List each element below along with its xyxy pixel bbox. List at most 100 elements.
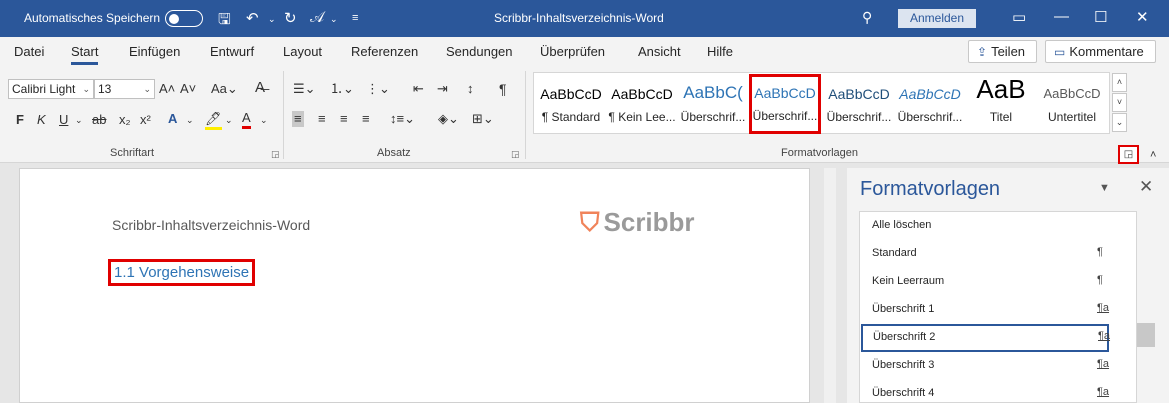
shrink-font-icon[interactable]: A˅ bbox=[180, 81, 196, 97]
share-button[interactable]: ⇪ Teilen bbox=[968, 40, 1037, 63]
undo-icon[interactable]: ↶ bbox=[246, 9, 259, 27]
style-list-item[interactable]: Alle löschen bbox=[860, 212, 1136, 240]
sort-icon[interactable]: ↕ bbox=[467, 81, 474, 97]
increase-indent-icon[interactable]: ⇥ bbox=[437, 81, 448, 97]
highlight-dropdown-icon[interactable]: ⌄ bbox=[225, 112, 233, 128]
strikethrough-icon[interactable]: ab bbox=[92, 112, 106, 128]
style-list-scroll-thumb[interactable] bbox=[1137, 323, 1155, 347]
tab-start[interactable]: Start bbox=[71, 44, 99, 65]
tab-sendungen[interactable]: Sendungen bbox=[446, 44, 513, 59]
decrease-indent-icon[interactable]: ⇤ bbox=[413, 81, 424, 97]
minimize-icon[interactable]: — bbox=[1054, 8, 1069, 25]
gallery-scroll: ˄ ˅ ⌄ bbox=[1112, 73, 1127, 133]
heading-2-text[interactable]: 1.1 Vorgehensweise bbox=[108, 259, 256, 286]
close-icon[interactable]: ✕ bbox=[1139, 177, 1153, 197]
change-case-icon[interactable]: Aa⌄ bbox=[211, 81, 238, 97]
style-standard[interactable]: AaBbCcD ¶ Standard bbox=[536, 76, 606, 132]
text-effects-icon[interactable]: A bbox=[168, 111, 177, 127]
undo-dropdown-icon[interactable]: ⌄ bbox=[268, 14, 276, 25]
gallery-more-icon[interactable]: ⌄ bbox=[1112, 113, 1127, 132]
document-scrollbar[interactable] bbox=[824, 168, 836, 403]
save-icon[interactable]: 🖫 bbox=[218, 9, 231, 34]
underline-dropdown-icon[interactable]: ⌄ bbox=[75, 112, 83, 128]
font-dialog-launcher-icon[interactable]: ◲ bbox=[271, 149, 280, 160]
superscript-icon[interactable]: x² bbox=[140, 112, 151, 128]
ribbon: Calibri Light ⌄ 13 ⌄ A˄ A˅ Aa⌄ A̶ F K U ⌄ … bbox=[0, 67, 1169, 163]
effects-dropdown-icon[interactable]: ⌄ bbox=[186, 112, 194, 128]
bold-icon[interactable]: F bbox=[16, 112, 24, 128]
gallery-up-icon[interactable]: ˄ bbox=[1112, 73, 1127, 92]
group-label-styles: Formatvorlagen bbox=[781, 147, 859, 159]
tab-hilfe[interactable]: Hilfe bbox=[707, 44, 733, 59]
collapse-ribbon-icon[interactable]: ˄ bbox=[1150, 147, 1156, 163]
autosave-toggle[interactable] bbox=[165, 10, 203, 27]
customize-quickaccess-icon[interactable]: ≡ bbox=[352, 12, 358, 24]
style-list-item[interactable]: Überschrift 1 ¶a bbox=[860, 296, 1136, 324]
style-list-item[interactable]: Überschrift 4 ¶a bbox=[860, 380, 1136, 403]
multilevel-list-icon[interactable]: ⋮⌄ bbox=[366, 81, 390, 97]
style-ueberschrift-3[interactable]: AaBbCcD Überschrif... bbox=[824, 76, 894, 132]
style-item-label: Überschrift 2 bbox=[873, 331, 936, 343]
style-ueberschrift-1[interactable]: AaBbC( Überschrif... bbox=[678, 76, 748, 132]
align-center-icon[interactable]: ≡ bbox=[318, 111, 326, 127]
ribbon-display-icon[interactable]: ▭ bbox=[1012, 8, 1026, 26]
shading-icon[interactable]: ◈⌄ bbox=[438, 111, 459, 127]
gallery-down-icon[interactable]: ˅ bbox=[1112, 93, 1127, 112]
italic-icon[interactable]: K bbox=[37, 112, 46, 128]
pane-options-icon[interactable]: ▼ bbox=[1099, 182, 1110, 194]
style-titel[interactable]: AaB Titel bbox=[966, 76, 1036, 132]
tab-ansicht[interactable]: Ansicht bbox=[638, 44, 681, 59]
maximize-icon[interactable]: ☐ bbox=[1094, 8, 1107, 26]
toggle-knob bbox=[169, 13, 179, 24]
clear-formatting-icon[interactable]: A̶ bbox=[255, 80, 265, 96]
style-kein-leerraum[interactable]: AaBbCcD ¶ Kein Lee... bbox=[607, 76, 677, 132]
group-label-font: Schriftart bbox=[110, 147, 155, 159]
line-spacing-icon[interactable]: ↕≡⌄ bbox=[390, 111, 415, 127]
bullets-icon[interactable]: ☰⌄ bbox=[293, 81, 316, 97]
search-icon[interactable]: ⚲ bbox=[862, 9, 872, 26]
borders-icon[interactable]: ⊞⌄ bbox=[472, 111, 494, 127]
grow-font-icon[interactable]: A˄ bbox=[159, 81, 175, 97]
style-name: Überschrif... bbox=[680, 110, 746, 124]
tab-referenzen[interactable]: Referenzen bbox=[351, 44, 418, 59]
tab-layout[interactable]: Layout bbox=[283, 44, 322, 59]
redo-icon[interactable]: ↻ bbox=[284, 9, 297, 27]
format-painter-icon[interactable]: 𝒜 bbox=[310, 9, 324, 26]
style-preview: AaBbC( bbox=[683, 83, 743, 102]
font-size-combo[interactable]: 13 ⌄ bbox=[94, 79, 155, 99]
style-list-item[interactable]: Standard ¶ bbox=[860, 240, 1136, 268]
numbering-icon[interactable]: ⒈⌄ bbox=[330, 81, 354, 97]
highlight-icon[interactable]: 🖊 bbox=[205, 111, 222, 130]
comments-button[interactable]: ▭ Kommentare bbox=[1045, 40, 1156, 63]
style-item-label: Überschrift 3 bbox=[872, 359, 935, 371]
font-name-value: Calibri Light bbox=[12, 82, 76, 96]
justify-icon[interactable]: ≡ bbox=[362, 111, 370, 127]
show-formatting-icon[interactable]: ¶ bbox=[499, 81, 507, 97]
autosave-label: Automatisches Speichern bbox=[24, 11, 161, 25]
paragraph-dialog-launcher-icon[interactable]: ◲ bbox=[511, 149, 520, 160]
tab-einfuegen[interactable]: Einfügen bbox=[129, 44, 180, 59]
font-color-dropdown-icon[interactable]: ⌄ bbox=[260, 112, 268, 128]
document-page[interactable]: Scribbr-Inhaltsverzeichnis-Word ⛉ Scribbr… bbox=[19, 168, 810, 403]
align-right-icon[interactable]: ≡ bbox=[340, 111, 348, 127]
font-color-icon[interactable]: A bbox=[242, 110, 251, 129]
style-list-item[interactable]: Kein Leerraum ¶ bbox=[860, 268, 1136, 296]
style-list-item[interactable]: Überschrift 3 ¶a bbox=[860, 352, 1136, 380]
subscript-icon[interactable]: x₂ bbox=[119, 112, 131, 128]
style-untertitel[interactable]: AaBbCcD Untertitel bbox=[1037, 76, 1107, 132]
style-list-item-selected[interactable]: Überschrift 2 ¶a bbox=[861, 324, 1110, 352]
close-icon[interactable]: ✕ bbox=[1136, 8, 1149, 26]
font-name-combo[interactable]: Calibri Light ⌄ bbox=[8, 79, 94, 99]
tab-entwurf[interactable]: Entwurf bbox=[210, 44, 254, 59]
ribbon-tabs: Datei Start Einfügen Entwurf Layout Refe… bbox=[0, 37, 1169, 67]
tab-datei[interactable]: Datei bbox=[14, 44, 44, 59]
style-ueberschrift-2[interactable]: AaBbCcD Überschrif... bbox=[749, 74, 821, 134]
styles-dialog-launcher-icon[interactable]: ◲ bbox=[1118, 145, 1139, 164]
tab-ueberpruefen[interactable]: Überprüfen bbox=[540, 44, 605, 59]
paragraph-mark-icon: ¶ bbox=[1097, 246, 1103, 258]
signin-button[interactable]: Anmelden bbox=[898, 9, 976, 28]
align-left-icon[interactable]: ≡ bbox=[292, 111, 304, 127]
painter-dropdown-icon[interactable]: ⌄ bbox=[330, 14, 338, 25]
style-ueberschrift-4[interactable]: AaBbCcD Überschrif... bbox=[895, 76, 965, 132]
underline-icon[interactable]: U bbox=[59, 112, 68, 128]
